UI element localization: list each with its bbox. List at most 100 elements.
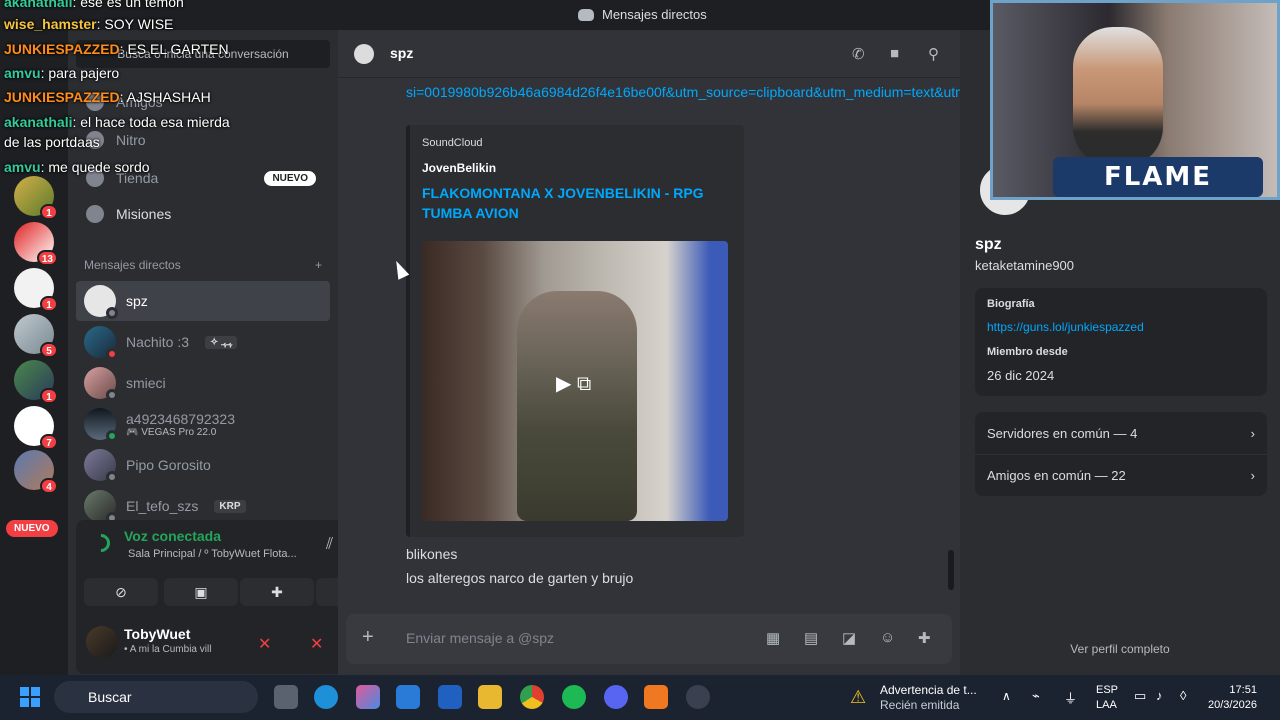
message-input[interactable]: Enviar mensaje a @spz [406, 630, 554, 646]
activity-status: 🎮 VEGAS Pro 22.0 [126, 426, 217, 438]
mute-icon[interactable]: ✕ [258, 634, 271, 654]
apps-icon[interactable]: ✚ [918, 629, 931, 647]
view-full-profile-link[interactable]: Ver perfil completo [960, 642, 1280, 656]
language-indicator[interactable]: ESP LAA [1096, 683, 1118, 713]
deafen-icon[interactable]: ✕ [310, 634, 323, 654]
display-icon[interactable]: ▭ [1134, 688, 1146, 704]
taskbar-search[interactable]: Buscar [54, 681, 258, 713]
server-icon[interactable]: 1 [14, 268, 58, 312]
noise-suppression-icon[interactable]: ⫽ [326, 536, 333, 554]
windows-start-icon[interactable] [20, 687, 40, 707]
sidebar-item-quests[interactable]: Misiones [76, 196, 330, 232]
camera-off-icon: ⊘ [115, 584, 127, 600]
embed-title[interactable]: FLAKOMONTANA X JOVENBELIKIN - RPG TUMBA … [422, 183, 722, 223]
copilot-icon[interactable] [356, 685, 380, 709]
server-icon[interactable]: 4 [14, 450, 58, 494]
microphone-icon[interactable]: ⏚ [1064, 688, 1077, 707]
member-since-label: Miembro desde [987, 346, 1068, 358]
quests-icon [86, 205, 104, 223]
server-icon[interactable]: 1 [14, 360, 58, 404]
attach-plus-icon[interactable]: + [362, 626, 374, 649]
status-dot [106, 307, 118, 319]
dm-item-spz[interactable]: spz [76, 281, 330, 321]
gif-icon[interactable]: ▤ [804, 629, 818, 647]
recipient-name: spz [390, 45, 414, 61]
spotify-icon[interactable] [562, 685, 586, 709]
avatar [84, 367, 118, 401]
voice-call-icon[interactable]: ✆ [852, 45, 865, 63]
message-text: los alteregos narco de garten y brujo [406, 570, 634, 586]
sticker-icon[interactable]: ◪ [842, 629, 856, 647]
screen-share-icon: ▣ [194, 584, 208, 600]
windows-taskbar: Buscar ⚠ Advertencia de t... Recién emit… [0, 675, 1280, 720]
user-tag: ✧ ﮩـﮩـ [205, 335, 238, 349]
bio-link[interactable]: https://guns.lol/junkiespazzed [987, 320, 1255, 334]
warning-notification[interactable]: Advertencia de t... Recién emitida [880, 683, 977, 713]
flame-logo: FLAME [1053, 157, 1263, 197]
mutual-card: Servidores en común — 4 › Amigos en común… [975, 412, 1267, 496]
stream-chat-line: akanathali: ese es un temon [4, 0, 184, 10]
chat-scrollbar[interactable] [948, 550, 954, 590]
dm-section-header: Mensajes directos + [84, 258, 322, 272]
activities-button[interactable]: ✚ [240, 578, 314, 606]
new-pill[interactable]: NUEVO [6, 520, 58, 537]
edge-icon[interactable] [314, 685, 338, 709]
pin-icon[interactable]: ⚲ [928, 45, 939, 63]
add-dm-button[interactable]: + [315, 258, 322, 272]
discord-taskbar-icon[interactable] [604, 685, 628, 709]
chevron-right-icon: › [1250, 468, 1255, 483]
stream-chat-line: wise_hamster: SOY WISE [4, 16, 174, 32]
recipient-avatar [354, 44, 374, 64]
dm-item-a4923468792323[interactable]: a4923468792323 🎮 VEGAS Pro 22.0 [76, 404, 330, 444]
video-call-icon[interactable]: ■ [890, 45, 899, 62]
stream-chat-line: amvu: me quede sordo [4, 159, 150, 175]
outlook-icon[interactable] [438, 685, 462, 709]
chevron-up-icon[interactable]: ∧ [1002, 689, 1011, 703]
emoji-icon[interactable]: ☺ [880, 629, 895, 646]
stream-chat-line: JUNKIESPAZZED: ES EL GARTEN [4, 41, 229, 57]
window-title: Mensajes directos [578, 7, 707, 22]
profile-about-card: Biografía https://guns.lol/junkiespazzed… [975, 288, 1267, 396]
webcam-overlay: FLAME [990, 0, 1280, 200]
mutual-servers-row[interactable]: Servidores en común — 4 › [975, 412, 1267, 454]
message-link[interactable]: si=0019980b926b46a6984d26f4e16be00f&utm_… [406, 82, 1133, 102]
avatar [84, 490, 118, 524]
shield-icon[interactable]: ◊ [1180, 688, 1186, 703]
discord-window: Mensajes directos 1 13 1 5 1 7 4 NUEVO B… [0, 0, 1280, 675]
user-avatar[interactable] [86, 626, 118, 658]
streamer-figure [1073, 27, 1163, 167]
server-icon[interactable]: 7 [14, 406, 58, 450]
avatar [84, 449, 118, 483]
signal-icon [88, 530, 114, 556]
network-icon[interactable]: ⌁ [1032, 688, 1040, 704]
camera-button[interactable]: ⊘ [84, 578, 158, 606]
dm-item-pipo-gorosito[interactable]: Pipo Gorosito [76, 445, 330, 485]
profile-username: ketaketamine900 [975, 258, 1075, 273]
soundcloud-embed: SoundCloud JovenBelikin FLAKOMONTANA X J… [406, 125, 744, 537]
screen-share-button[interactable]: ▣ [164, 578, 238, 606]
chrome-icon[interactable] [520, 685, 544, 709]
app-icon[interactable] [686, 685, 710, 709]
file-explorer-icon[interactable] [478, 685, 502, 709]
dm-item-nachito[interactable]: Nachito :3 ✧ ﮩـﮩـ [76, 322, 330, 362]
server-icon[interactable]: 13 [14, 222, 58, 266]
embed-thumbnail[interactable]: ▶ ⧉ [422, 241, 728, 521]
store-icon[interactable] [396, 685, 420, 709]
mutual-friends-row[interactable]: Amigos en común — 22 › [975, 454, 1267, 496]
message-composer[interactable]: + Enviar mensaje a @spz ▦ ▤ ◪ ☺ ✚ [346, 614, 952, 664]
server-icon[interactable]: 5 [14, 314, 58, 358]
volume-icon[interactable]: ♪ [1156, 688, 1163, 703]
dm-item-smieci[interactable]: smieci [76, 363, 330, 403]
message-text: blikones [406, 546, 458, 562]
play-icon[interactable]: ▶ ⧉ [556, 371, 591, 396]
task-view-icon[interactable] [274, 685, 298, 709]
taskbar-clock[interactable]: 17:51 20/3/2026 [1208, 683, 1257, 713]
server-icon[interactable]: 1 [14, 176, 58, 220]
gift-icon[interactable]: ▦ [766, 629, 780, 647]
status-dot [106, 430, 118, 442]
voice-channel[interactable]: Sala Principal / º TobyWuet Flota... [128, 548, 297, 560]
embed-author[interactable]: JovenBelikin [422, 161, 496, 175]
bio-label: Biografía [987, 298, 1035, 310]
activities-icon: ✚ [271, 584, 283, 600]
soundcloud-icon[interactable] [644, 685, 668, 709]
